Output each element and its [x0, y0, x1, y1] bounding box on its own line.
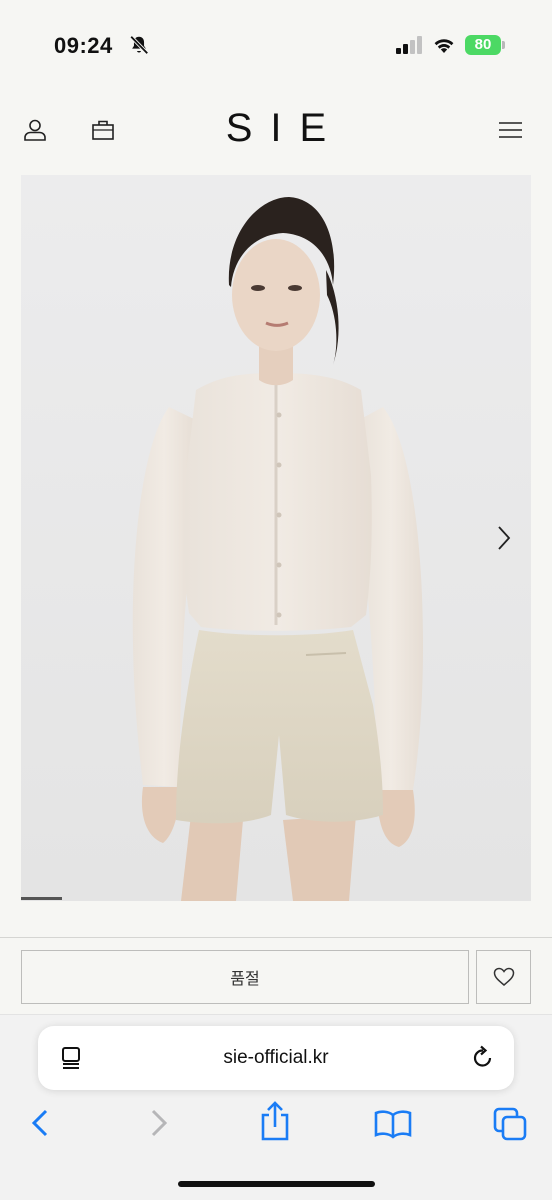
product-image-gallery[interactable] — [21, 175, 531, 901]
site-header: SIE — [0, 88, 552, 174]
slide-progress-indicator — [21, 897, 62, 900]
wifi-icon — [434, 39, 454, 53]
chevron-right-icon[interactable] — [493, 525, 515, 551]
product-photo — [21, 175, 531, 901]
bell-off-icon — [129, 35, 149, 55]
address-bar[interactable]: sie-official.kr — [38, 1026, 514, 1090]
url-text: sie-official.kr — [223, 1047, 329, 1068]
divider — [0, 937, 552, 938]
menu-icon[interactable] — [499, 121, 522, 139]
home-indicator — [178, 1181, 375, 1187]
reload-icon[interactable] — [470, 1045, 496, 1071]
back-icon[interactable] — [29, 1108, 51, 1138]
heart-icon — [493, 967, 514, 986]
signal-icon — [396, 36, 422, 54]
status-time: 09:24 — [54, 33, 113, 58]
share-icon[interactable] — [259, 1101, 291, 1141]
bookmarks-icon[interactable] — [374, 1109, 412, 1139]
battery-icon: 80 — [465, 35, 505, 55]
tabs-icon[interactable] — [493, 1107, 527, 1141]
browser-toolbar: sie-official.kr — [0, 1014, 552, 1200]
status-bar: 09:24 80 — [0, 0, 552, 88]
brand-logo[interactable]: SIE — [0, 106, 552, 151]
soldout-label: 품절 — [230, 971, 260, 988]
soldout-button[interactable]: 품절 — [21, 950, 469, 1004]
battery-level: 80 — [474, 36, 492, 53]
forward-icon[interactable] — [148, 1108, 170, 1138]
wishlist-button[interactable] — [476, 950, 531, 1004]
